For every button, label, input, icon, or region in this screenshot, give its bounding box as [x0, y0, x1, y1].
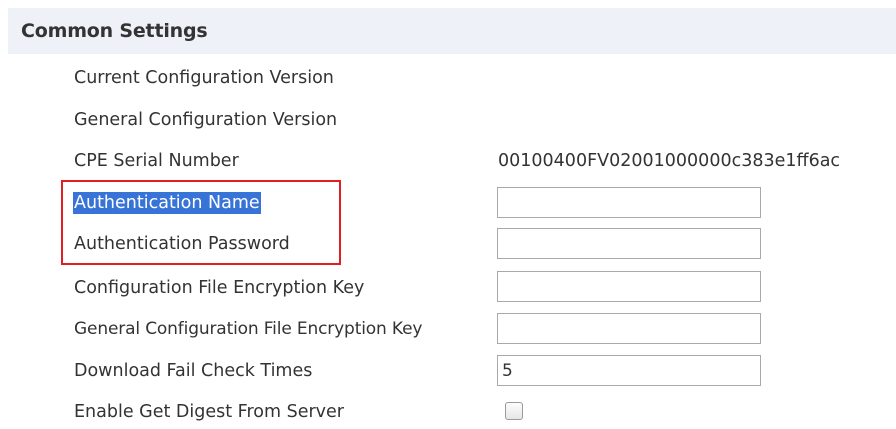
setting-row-enable-get-digest: Enable Get Digest From Server — [0, 392, 896, 429]
section-title: Common Settings — [21, 20, 208, 42]
config-file-encryption-key-input[interactable] — [497, 271, 761, 302]
config-file-encryption-key-label: Configuration File Encryption Key — [74, 278, 365, 298]
setting-row-cpe-serial-number: CPE Serial Number 00100400FV02001000000c… — [0, 141, 896, 181]
setting-row-general-config-version: General Configuration Version — [0, 100, 896, 140]
setting-row-authentication-password: Authentication Password — [0, 225, 896, 265]
setting-row-general-config-file-encryption-key: General Configuration File Encryption Ke… — [0, 310, 896, 350]
enable-get-digest-checkbox[interactable] — [505, 402, 523, 420]
cpe-serial-number-value: 00100400FV02001000000c383e1ff6ac — [498, 151, 841, 171]
current-config-version-label: Current Configuration Version — [74, 68, 334, 88]
settings-page: Common Settings Current Configuration Ve… — [0, 0, 896, 429]
setting-row-config-file-encryption-key: Configuration File Encryption Key — [0, 268, 896, 308]
general-config-version-label: General Configuration Version — [74, 110, 338, 130]
cpe-serial-number-label: CPE Serial Number — [74, 151, 239, 171]
general-config-file-encryption-key-input[interactable] — [497, 313, 761, 344]
enable-get-digest-label: Enable Get Digest From Server — [74, 402, 344, 422]
setting-row-authentication-name: Authentication Name — [0, 183, 896, 223]
authentication-password-label: Authentication Password — [74, 234, 290, 254]
download-fail-check-times-input[interactable] — [497, 355, 761, 386]
general-config-file-encryption-key-label: General Configuration File Encryption Ke… — [74, 319, 423, 339]
download-fail-check-times-label: Download Fail Check Times — [74, 361, 313, 381]
authentication-name-label: Authentication Name — [73, 192, 261, 214]
authentication-name-input[interactable] — [497, 187, 761, 218]
setting-row-current-config-version: Current Configuration Version — [0, 58, 896, 98]
setting-row-download-fail-check-times: Download Fail Check Times — [0, 351, 896, 391]
section-header: Common Settings — [8, 8, 896, 54]
authentication-password-input[interactable] — [497, 228, 761, 259]
